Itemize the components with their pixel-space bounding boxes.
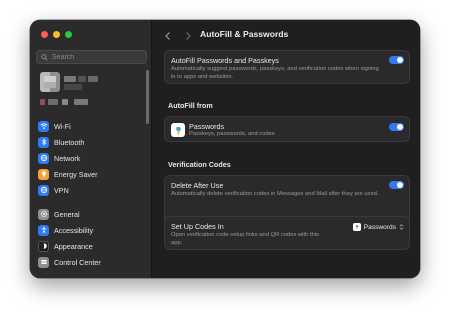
- delete-after-use-toggle[interactable]: [389, 181, 404, 189]
- search-field[interactable]: [36, 50, 147, 64]
- autofill-from-heading: AutoFill from: [168, 101, 213, 110]
- sidebar-scrollbar[interactable]: [146, 70, 149, 124]
- sidebar-item-label: Accessibility: [54, 225, 94, 235]
- sidebar-item-accessibility[interactable]: Accessibility: [38, 222, 148, 238]
- sidebar-item-wifi[interactable]: Wi-Fi: [38, 118, 148, 134]
- page-title: AutoFill & Passwords: [200, 29, 289, 39]
- set-up-codes-description: Open verification code setup links and Q…: [171, 232, 319, 246]
- account-row-redacted: [62, 99, 68, 105]
- wifi-icon: [38, 120, 49, 132]
- passwords-app-icon: [171, 123, 185, 137]
- sidebar-item-label: Energy Saver: [54, 169, 98, 179]
- passwords-app-mini-icon: [352, 223, 361, 231]
- verification-codes-heading: Verification Codes: [168, 160, 231, 169]
- sidebar-item-label: Bluetooth: [54, 137, 85, 147]
- sidebar-group-system: General Accessibility Appearance Control…: [38, 206, 148, 270]
- close-button[interactable]: [41, 31, 48, 38]
- autofill-passwords-card: AutoFill Passwords and Passkeys Automati…: [164, 50, 410, 84]
- globe-icon: [38, 152, 49, 164]
- set-up-codes-popup[interactable]: Passwords: [352, 222, 404, 232]
- sidebar-item-control-center[interactable]: Control Center: [38, 254, 148, 270]
- sidebar-item-label: General: [54, 209, 80, 219]
- account-name-redacted: [64, 76, 76, 82]
- sidebar-group-network: Wi-Fi Bluetooth Network Energy Saver VPN: [38, 118, 148, 198]
- account-name-redacted: [78, 76, 86, 82]
- autofill-passwords-title: AutoFill Passwords and Passkeys: [171, 56, 279, 65]
- passwords-autofill-toggle[interactable]: [389, 123, 404, 131]
- lightbulb-icon: [38, 168, 49, 180]
- vpn-globe-icon: [38, 184, 49, 196]
- sidebar-item-label: Appearance: [54, 241, 93, 251]
- account-row-redacted: [48, 99, 58, 105]
- autofill-passwords-description: Automatically suggest passwords, passkey…: [171, 66, 379, 80]
- sidebar-item-bluetooth[interactable]: Bluetooth: [38, 134, 148, 150]
- settings-window: Wi-Fi Bluetooth Network Energy Saver: [30, 20, 420, 278]
- sidebar-item-label: Wi-Fi: [54, 121, 71, 131]
- appearance-icon: [38, 240, 49, 252]
- sidebar-item-vpn[interactable]: VPN: [38, 182, 148, 198]
- account-detail-redacted: [64, 84, 82, 90]
- back-button[interactable]: [162, 29, 174, 41]
- forward-button[interactable]: [182, 29, 194, 41]
- sidebar-item-network[interactable]: Network: [38, 150, 148, 166]
- accessibility-icon: [38, 224, 49, 236]
- search-icon: [41, 48, 48, 66]
- sidebar-item-label: Network: [54, 153, 81, 163]
- chevron-up-down-icon: [399, 224, 404, 230]
- minimize-button[interactable]: [53, 31, 60, 38]
- chevron-left-icon: [165, 32, 170, 40]
- sidebar-item-energy-saver[interactable]: Energy Saver: [38, 166, 148, 182]
- delete-after-use-description: Automatically delete verification codes …: [171, 191, 379, 197]
- sidebar-item-label: VPN: [54, 185, 69, 195]
- autofill-passwords-toggle[interactable]: [389, 56, 404, 64]
- window-controls: [41, 31, 72, 38]
- main-pane: AutoFill & Passwords AutoFill Passwords …: [152, 20, 420, 278]
- control-center-icon: [38, 256, 49, 268]
- account-row-redacted: [40, 99, 45, 105]
- set-up-codes-value: Passwords: [363, 223, 396, 231]
- bluetooth-icon: [38, 136, 49, 148]
- account-name-redacted: [88, 76, 98, 82]
- sidebar: Wi-Fi Bluetooth Network Energy Saver: [30, 20, 152, 278]
- gear-icon: [38, 208, 49, 220]
- zoom-button[interactable]: [65, 31, 72, 38]
- chevron-right-icon: [186, 32, 191, 40]
- apple-account[interactable]: [38, 72, 128, 112]
- passwords-item-description: Passkeys, passwords, and codes: [189, 131, 275, 137]
- avatar: [40, 72, 60, 92]
- delete-after-use-title: Delete After Use: [171, 181, 224, 190]
- sidebar-item-general[interactable]: General: [38, 206, 148, 222]
- account-row-redacted: [74, 99, 88, 105]
- set-up-codes-card: Set Up Codes In Open verification code s…: [164, 216, 410, 250]
- sidebar-item-label: Control Center: [54, 257, 101, 267]
- passwords-item-title: Passwords: [189, 122, 225, 131]
- search-input[interactable]: [52, 53, 142, 61]
- set-up-codes-title: Set Up Codes In: [171, 222, 224, 231]
- sidebar-item-appearance[interactable]: Appearance: [38, 238, 148, 254]
- autofill-from-card: Passwords Passkeys, passwords, and codes: [164, 116, 410, 142]
- toolbar: AutoFill & Passwords: [152, 20, 420, 50]
